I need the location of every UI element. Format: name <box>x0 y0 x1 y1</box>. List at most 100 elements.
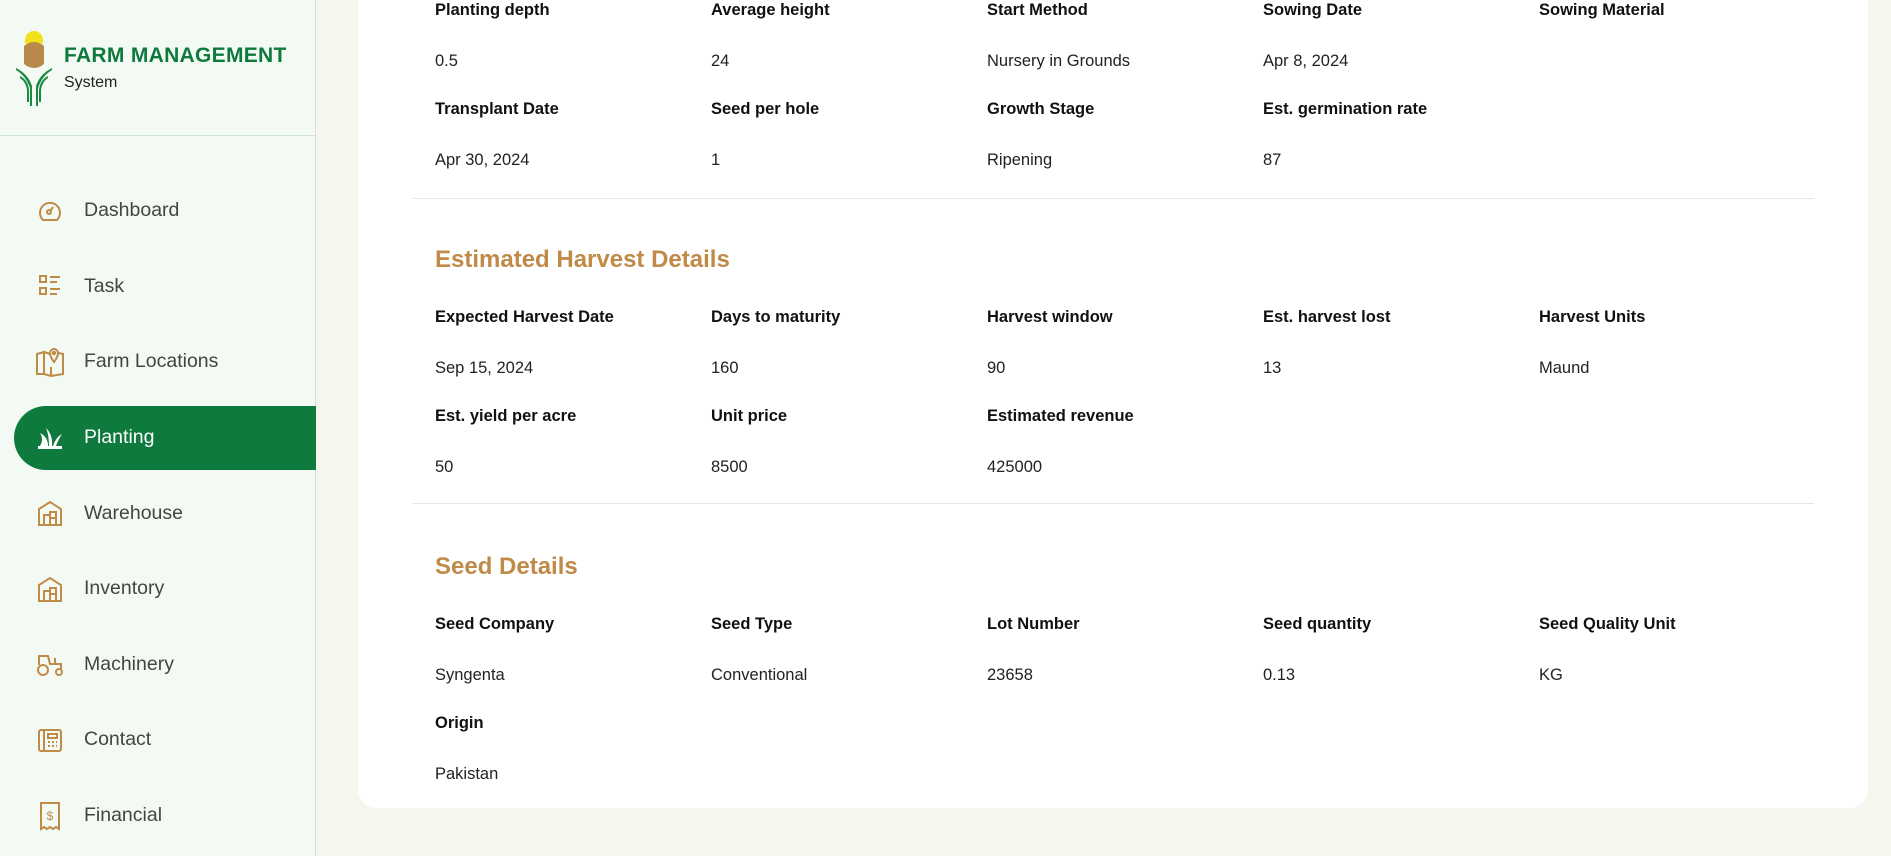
field-label: Harvest Units <box>1539 308 1646 326</box>
gauge-icon <box>34 195 66 227</box>
field-label: Est. harvest lost <box>1263 308 1391 326</box>
field-growth-stage: Growth Stage Ripening <box>987 99 1263 198</box>
field-harvest-window: Harvest window 90 <box>987 307 1263 406</box>
svg-text:$: $ <box>47 809 54 823</box>
field-label: Seed Type <box>711 615 793 633</box>
field-label: Expected Harvest Date <box>435 308 614 326</box>
field-sowing-material: Sowing Material <box>1539 0 1815 99</box>
field-value: 13 <box>1263 359 1282 377</box>
sidebar-item-label: Inventory <box>84 577 165 600</box>
sidebar-item-label: Warehouse <box>84 501 183 524</box>
sidebar-item-inventory[interactable]: Inventory <box>0 551 316 627</box>
field-value: KG <box>1539 666 1563 684</box>
sidebar-item-label: Task <box>84 274 125 297</box>
field-label: Est. germination rate <box>1263 100 1428 118</box>
sidebar-item-planting[interactable]: Planting <box>14 405 316 470</box>
field-label: Lot Number <box>987 615 1080 633</box>
field-value: 0.13 <box>1263 666 1296 684</box>
field-label: Estimated revenue <box>987 407 1134 425</box>
field-label: Harvest window <box>987 308 1113 326</box>
section-title-seed: Seed Details <box>435 553 578 580</box>
field-value: 87 <box>1263 151 1282 169</box>
sidebar-item-farm-locations[interactable]: Farm Locations <box>0 324 316 400</box>
field-label: Days to maturity <box>711 308 841 326</box>
field-label: Average height <box>711 1 830 19</box>
field-value: Apr 8, 2024 <box>1263 52 1349 70</box>
tractor-icon <box>34 648 66 680</box>
sidebar-item-label: Machinery <box>84 652 174 675</box>
field-origin: Origin Pakistan <box>435 713 711 812</box>
brand-title: FARM MANAGEMENT <box>64 43 287 67</box>
sidebar-nav: Dashboard Task Farm Locations Planting Wareh… <box>0 173 316 853</box>
field-value: Ripening <box>987 151 1053 169</box>
receipt-dollar-icon: $ <box>34 800 66 832</box>
field-transplant-date: Transplant Date Apr 30, 2024 <box>435 99 711 198</box>
planting-details-card: Planting depth 0.5 Average height 24 Start M… <box>358 0 1868 808</box>
field-value: Sep 15, 2024 <box>435 359 534 377</box>
brand-logo[interactable]: FARM MANAGEMENT System <box>0 0 315 136</box>
seed-fields: Seed Company Syngenta Seed Type Conventiona… <box>435 614 1814 812</box>
contact-icon <box>34 724 66 756</box>
field-expected-harvest-date: Expected Harvest Date Sep 15, 2024 <box>435 307 711 406</box>
field-days-to-maturity: Days to maturity 160 <box>711 307 987 406</box>
field-label: Seed quantity <box>1263 615 1372 633</box>
field-value: 90 <box>987 359 1006 377</box>
field-seed-quantity: Seed quantity 0.13 <box>1263 614 1539 713</box>
field-label: Sowing Date <box>1263 1 1363 19</box>
warehouse-icon <box>34 497 66 529</box>
field-label: Start Method <box>987 1 1088 19</box>
field-value: Pakistan <box>435 765 499 783</box>
field-estimated-revenue: Estimated revenue 425000 <box>987 406 1263 505</box>
field-start-method: Start Method Nursery in Grounds <box>987 0 1263 99</box>
field-label: Growth Stage <box>987 100 1095 118</box>
field-value: Apr 30, 2024 <box>435 151 530 169</box>
field-seed-type: Seed Type Conventional <box>711 614 987 713</box>
sidebar-item-financial[interactable]: $ Financial <box>0 778 316 854</box>
field-label: Unit price <box>711 407 788 425</box>
field-value: 24 <box>711 52 730 70</box>
inventory-icon <box>34 573 66 605</box>
field-est-yield-per-acre: Est. yield per acre 50 <box>435 406 711 505</box>
field-value: Conventional <box>711 666 808 684</box>
harvest-fields: Expected Harvest Date Sep 15, 2024 Days to… <box>435 307 1814 505</box>
field-value: 8500 <box>711 458 748 476</box>
sidebar-item-label: Contact <box>84 728 152 751</box>
brand-subtitle: System <box>64 73 118 91</box>
field-value: 160 <box>711 359 739 377</box>
field-value: Syngenta <box>435 666 505 684</box>
field-label: Origin <box>435 714 484 732</box>
sidebar-item-label: Farm Locations <box>84 350 219 373</box>
sidebar-item-contact[interactable]: Contact <box>0 702 316 778</box>
field-planting-depth: Planting depth 0.5 <box>435 0 711 99</box>
field-value: 1 <box>711 151 721 169</box>
field-value: 23658 <box>987 666 1033 684</box>
field-seed-quality-unit: Seed Quality Unit KG <box>1539 614 1815 713</box>
sidebar: FARM MANAGEMENT System Dashboard Task Farm… <box>0 0 316 856</box>
checklist-icon <box>34 270 66 302</box>
planting-fields: Planting depth 0.5 Average height 24 Start M… <box>435 0 1814 198</box>
field-value: 0.5 <box>435 52 458 70</box>
field-harvest-units: Harvest Units Maund <box>1539 307 1815 406</box>
field-label: Sowing Material <box>1539 1 1665 19</box>
field-sowing-date: Sowing Date Apr 8, 2024 <box>1263 0 1539 99</box>
field-label: Planting depth <box>435 1 550 19</box>
field-est-harvest-lost: Est. harvest lost 13 <box>1263 307 1539 406</box>
field-value: 425000 <box>987 458 1043 476</box>
sidebar-item-task[interactable]: Task <box>0 249 316 325</box>
sidebar-item-dashboard[interactable]: Dashboard <box>0 173 316 249</box>
sidebar-item-label: Planting <box>84 426 155 449</box>
field-label: Seed Quality Unit <box>1539 615 1676 633</box>
field-lot-number: Lot Number 23658 <box>987 614 1263 713</box>
sidebar-item-label: Financial <box>84 804 163 827</box>
field-seed-per-hole: Seed per hole 1 <box>711 99 987 198</box>
sidebar-item-machinery[interactable]: Machinery <box>0 627 316 703</box>
field-value: Nursery in Grounds <box>987 52 1131 70</box>
field-value: Maund <box>1539 359 1590 377</box>
field-average-height: Average height 24 <box>711 0 987 99</box>
field-est-germination-rate: Est. germination rate 87 <box>1263 99 1539 198</box>
field-label: Transplant Date <box>435 100 559 118</box>
sidebar-item-label: Dashboard <box>84 199 180 222</box>
field-value: 50 <box>435 458 454 476</box>
sidebar-item-warehouse[interactable]: Warehouse <box>0 475 316 551</box>
divider <box>412 198 1814 199</box>
